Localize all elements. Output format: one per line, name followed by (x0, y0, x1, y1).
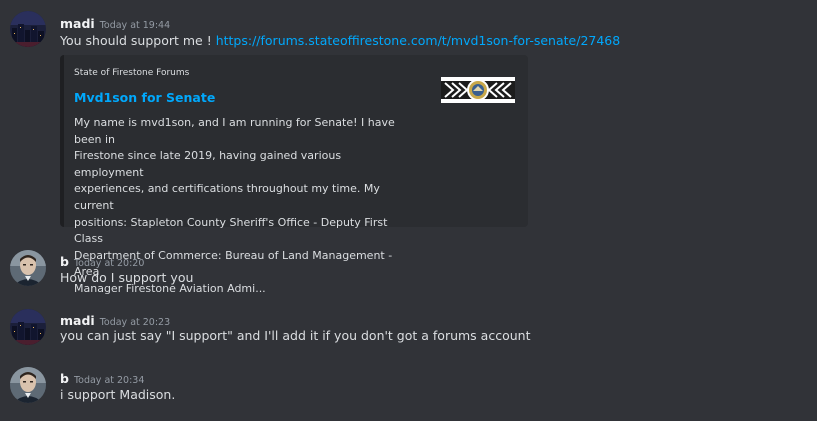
message-header: b Today at 20:34 (60, 368, 144, 387)
avatar[interactable] (10, 367, 46, 403)
embed-provider[interactable]: State of Firestone Forums (74, 68, 189, 78)
avatar[interactable] (10, 11, 46, 47)
username[interactable]: b (60, 254, 69, 269)
chat-message-list: madi Today at 19:44 You should support me… (0, 0, 817, 421)
message-text: You should support me ! (60, 33, 216, 48)
forum-link[interactable]: https://forums.stateoffirestone.com/t/mv… (216, 33, 621, 48)
message-content: you can just say "I support" and I'll ad… (60, 328, 531, 343)
avatar[interactable] (10, 250, 46, 286)
night-city-avatar-icon (10, 309, 46, 345)
embed-title[interactable]: Mvd1son for Senate (74, 90, 215, 105)
embed-description-line: experiences, and certifications througho… (74, 182, 380, 212)
embed-thumbnail[interactable] (441, 77, 515, 103)
portrait-avatar-icon (10, 250, 46, 286)
username[interactable]: b (60, 371, 69, 386)
timestamp: Today at 20:20 (73, 258, 145, 269)
portrait-avatar-icon (10, 367, 46, 403)
timestamp: Today at 20:34 (73, 375, 145, 386)
firestone-seal-banner-icon (441, 77, 515, 103)
message-header: b Today at 20:20 (60, 251, 144, 270)
message-content: i support Madison. (60, 387, 176, 402)
embed-description-line: Firestone since late 2019, having gained… (74, 149, 342, 179)
embed-description-line: positions: Stapleton County Sheriff's Of… (74, 215, 388, 246)
username[interactable]: madi (60, 16, 95, 31)
username[interactable]: madi (60, 313, 95, 328)
timestamp: Today at 19:44 (99, 20, 171, 31)
timestamp: Today at 20:23 (99, 317, 171, 328)
avatar[interactable] (10, 309, 46, 345)
link-embed: State of Firestone Forums Mvd1son for Se… (60, 55, 528, 295)
night-city-avatar-icon (10, 11, 46, 47)
message-header: madi Today at 19:44 (60, 13, 170, 32)
message-header: madi Today at 20:23 (60, 310, 170, 329)
message-content: You should support me ! https://forums.s… (60, 33, 620, 48)
message-content: How do I support you (60, 270, 194, 285)
embed-description-line: My name is mvd1son, and I am running for… (74, 116, 395, 146)
